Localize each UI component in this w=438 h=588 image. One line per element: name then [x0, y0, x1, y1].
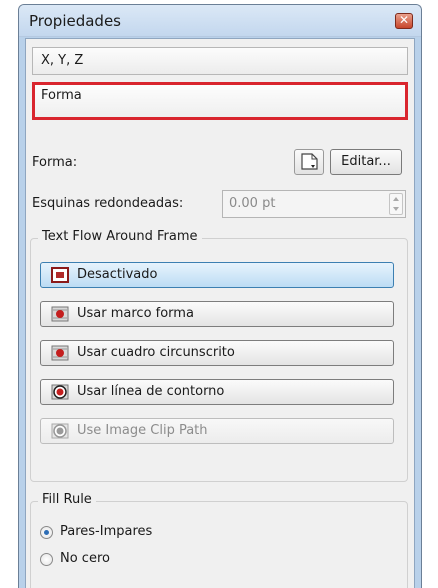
shape-picker-button[interactable] [294, 149, 324, 175]
section-xyz-label: X, Y, Z [41, 53, 84, 68]
close-icon: ✕ [398, 13, 410, 27]
flow-clip-path-button[interactable]: Use Image Clip Path [40, 418, 394, 444]
radio-even-odd[interactable] [40, 526, 53, 539]
fill-rule-legend: Fill Rule [38, 492, 96, 507]
shape-picker-icon [301, 153, 318, 170]
stepper-up-icon[interactable] [393, 197, 399, 201]
radio-nonzero-label: No cero [60, 551, 110, 566]
radio-even-odd-label: Pares-Impares [60, 524, 153, 539]
title-bar[interactable]: Propiedades ✕ [19, 5, 421, 37]
flow-contour-line-button[interactable]: Usar línea de contorno [40, 379, 394, 405]
flow-contour-line-label: Usar línea de contorno [77, 384, 225, 399]
close-button[interactable]: ✕ [395, 13, 413, 29]
edit-shape-button[interactable]: Editar... [330, 149, 402, 175]
fill-rule-nonzero[interactable]: No cero [40, 550, 240, 570]
flow-off-label: Desactivado [77, 267, 158, 282]
flow-contour-line-icon [51, 384, 69, 400]
flow-off-icon [51, 267, 69, 283]
rounded-corners-value: 0.00 pt [229, 196, 276, 211]
rounded-corners-label: Esquinas redondeadas: [32, 196, 184, 211]
rounded-corners-stepper[interactable] [389, 193, 403, 215]
properties-window: Propiedades ✕ X, Y, Z Forma Forma: Edita… [18, 4, 422, 588]
flow-bounding-box-label: Usar cuadro circunscrito [77, 345, 235, 360]
flow-off-button[interactable]: Desactivado [40, 262, 394, 288]
properties-content: X, Y, Z Forma Forma: Editar... Esquinas … [25, 38, 415, 588]
flow-bounding-box-button[interactable]: Usar cuadro circunscrito [40, 340, 394, 366]
flow-frame-shape-button[interactable]: Usar marco forma [40, 301, 394, 327]
fill-rule-even-odd[interactable]: Pares-Impares [40, 523, 240, 543]
flow-frame-shape-icon [51, 306, 69, 322]
stepper-down-icon[interactable] [393, 207, 399, 211]
section-xyz[interactable]: X, Y, Z [32, 47, 408, 75]
radio-nonzero[interactable] [40, 553, 53, 566]
section-shape-label: Forma [41, 88, 82, 103]
edit-shape-label: Editar... [341, 154, 391, 169]
window-title: Propiedades [29, 12, 121, 30]
section-shape[interactable]: Forma [32, 82, 408, 120]
flow-clip-path-icon [51, 423, 69, 439]
shape-label: Forma: [32, 155, 78, 170]
text-flow-legend: Text Flow Around Frame [38, 229, 202, 244]
flow-clip-path-label: Use Image Clip Path [77, 423, 208, 438]
fill-rule-group [30, 501, 408, 588]
flow-bounding-box-icon [51, 345, 69, 361]
flow-frame-shape-label: Usar marco forma [77, 306, 194, 321]
rounded-corners-input[interactable]: 0.00 pt [222, 190, 406, 218]
